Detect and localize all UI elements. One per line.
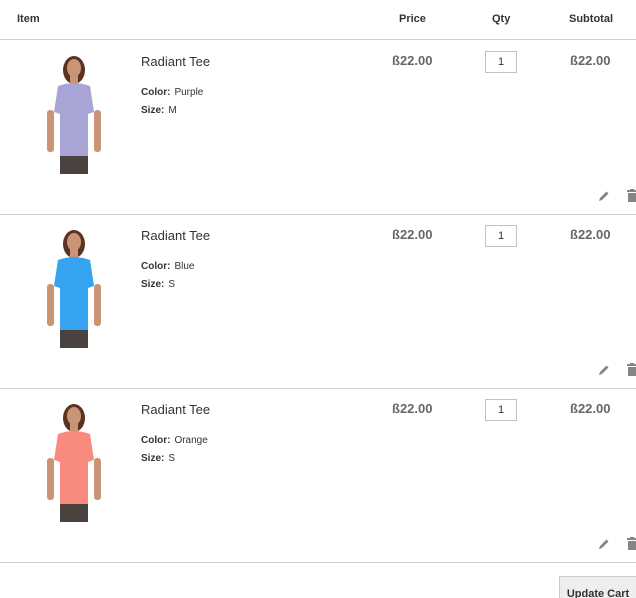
product-name[interactable]: Radiant Tee [141, 54, 210, 69]
shirt-shape [54, 431, 94, 504]
header-qty: Qty [492, 13, 511, 25]
item-price: ß22.00 [392, 401, 433, 416]
qty-input[interactable] [485, 225, 517, 247]
header-price: Price [399, 13, 426, 25]
product-photo[interactable] [34, 52, 114, 178]
color-label: Color: [141, 87, 171, 98]
trash-icon[interactable] [627, 363, 636, 376]
cart-table-header: Item Price Qty Subtotal [0, 0, 636, 40]
size-value: S [168, 453, 176, 464]
color-value: Orange [174, 435, 208, 446]
size-label: Size: [141, 279, 165, 290]
qty-input[interactable] [485, 51, 517, 73]
product-options: Color: Purple Size: M [141, 84, 203, 120]
option-color: Color: Blue [141, 258, 194, 276]
size-value: M [168, 105, 177, 116]
header-item: Item [17, 13, 40, 25]
color-value: Blue [174, 261, 195, 272]
trash-icon[interactable] [627, 537, 636, 550]
option-size: Size: S [141, 276, 194, 294]
trash-icon[interactable] [627, 189, 636, 202]
option-size: Size: M [141, 102, 203, 120]
product-name[interactable]: Radiant Tee [141, 402, 210, 417]
cart-item-row: Radiant Tee Color:Purple Size:M ß22.00 ß… [0, 40, 636, 215]
product-options: Color: Blue Size: S [141, 258, 194, 294]
update-cart-button[interactable]: Update Cart [559, 576, 636, 598]
product-name[interactable]: Radiant Tee [141, 228, 210, 243]
item-subtotal: ß22.00 [570, 53, 611, 68]
color-value: Purple [174, 87, 204, 98]
cart-item-row: Radiant Tee Color:Orange Size:S ß22.00 ß… [0, 388, 636, 563]
shirt-shape [54, 83, 94, 156]
pencil-icon[interactable] [598, 364, 610, 376]
item-subtotal: ß22.00 [570, 401, 611, 416]
size-label: Size: [141, 105, 165, 116]
pencil-icon[interactable] [598, 538, 610, 550]
size-label: Size: [141, 453, 165, 464]
option-color: Color: Purple [141, 84, 203, 102]
item-subtotal: ß22.00 [570, 227, 611, 242]
item-price: ß22.00 [392, 227, 433, 242]
product-photo[interactable] [34, 400, 114, 526]
item-price: ß22.00 [392, 53, 433, 68]
size-value: S [168, 279, 176, 290]
product-photo[interactable] [34, 226, 114, 352]
pencil-icon[interactable] [598, 190, 610, 202]
header-subtotal: Subtotal [569, 13, 613, 25]
color-label: Color: [141, 435, 171, 446]
color-label: Color: [141, 261, 171, 272]
option-color: Color: Orange [141, 432, 208, 450]
shirt-shape [54, 257, 94, 330]
product-options: Color: Orange Size: S [141, 432, 208, 468]
qty-input[interactable] [485, 399, 517, 421]
option-size: Size: S [141, 450, 208, 468]
cart-item-row: Radiant Tee Color:Blue Size:S ß22.00 ß22… [0, 214, 636, 389]
